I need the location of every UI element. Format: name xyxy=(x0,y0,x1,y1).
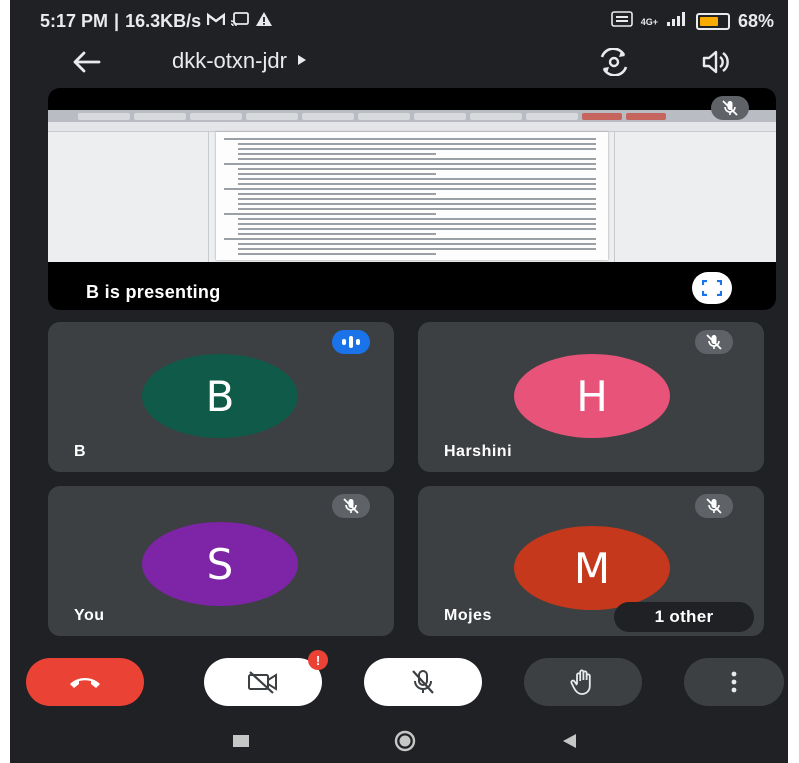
document-text-line xyxy=(238,153,436,155)
volte-icon xyxy=(610,11,633,32)
home-icon xyxy=(394,730,416,752)
mic-off-icon xyxy=(722,100,738,116)
status-network-speed: 16.3KB/s xyxy=(125,11,202,31)
document-text-line xyxy=(238,148,596,150)
cast-icon xyxy=(230,12,250,31)
document-text-line xyxy=(224,238,596,240)
speaker-button[interactable] xyxy=(696,43,736,81)
document-text-line xyxy=(238,173,436,175)
document-text-line xyxy=(238,158,596,160)
document-text-line xyxy=(238,178,596,180)
document-text-line xyxy=(238,203,596,205)
avatar: M xyxy=(514,526,670,610)
status-time: 5:17 PM xyxy=(40,11,109,31)
warning-icon xyxy=(255,11,273,32)
mic-off-icon xyxy=(706,334,722,350)
back-triangle-icon xyxy=(563,734,576,748)
status-bar: 5:17 PM | 16.3KB/s 4G+ 68% xyxy=(10,0,788,40)
shared-screen-document xyxy=(48,110,776,262)
document-text-line xyxy=(238,143,596,145)
document-text-line xyxy=(238,183,596,185)
participant-tile-harshini[interactable]: H Harshini xyxy=(418,322,764,472)
participant-tile-you[interactable]: S You xyxy=(48,486,394,636)
document-text-line xyxy=(238,233,436,235)
document-text-line xyxy=(238,218,596,220)
fullscreen-button[interactable] xyxy=(692,272,732,304)
document-text-line xyxy=(238,243,596,245)
back-arrow-icon xyxy=(73,51,101,73)
participant-tile-b[interactable]: B B xyxy=(48,322,394,472)
status-separator: | xyxy=(114,11,120,31)
mic-off-icon xyxy=(706,498,722,514)
participant-name: Mojes xyxy=(444,607,492,624)
gmail-m-icon xyxy=(206,12,226,31)
end-call-icon xyxy=(70,678,100,688)
fullscreen-icon xyxy=(702,280,722,296)
other-participants-chip[interactable]: 1 other xyxy=(614,602,754,632)
switch-camera-icon xyxy=(600,48,628,76)
presentation-tile[interactable]: B is presenting xyxy=(48,88,776,310)
participant-name: You xyxy=(74,607,105,624)
participant-name: Harshini xyxy=(444,443,513,460)
document-text-line xyxy=(224,138,596,140)
battery-percent: 68% xyxy=(737,11,774,31)
camera-toggle-button[interactable]: ! xyxy=(204,650,328,706)
document-text-line xyxy=(238,248,596,250)
home-button[interactable] xyxy=(390,730,420,752)
document-text-line xyxy=(224,163,596,165)
participant-name: B xyxy=(74,443,87,460)
document-text-line xyxy=(238,193,436,195)
raise-hand-button[interactable] xyxy=(524,658,642,706)
mic-off-badge xyxy=(695,330,733,354)
call-controls: ! xyxy=(10,650,788,720)
end-call-button[interactable] xyxy=(26,658,144,706)
signal-icon xyxy=(666,11,688,32)
mic-off-icon xyxy=(343,498,359,514)
more-options-icon xyxy=(731,671,737,693)
camera-alert-badge: ! xyxy=(308,650,328,670)
mic-off-badge xyxy=(695,494,733,518)
participant-tile-mojes[interactable]: M Mojes 1 other xyxy=(418,486,764,636)
raise-hand-icon xyxy=(570,669,591,695)
document-text-line xyxy=(224,213,436,215)
recent-apps-button[interactable] xyxy=(226,730,256,752)
avatar: S xyxy=(142,522,298,606)
document-text-line xyxy=(224,188,596,190)
meeting-top-bar: dkk-otxn-jdr xyxy=(10,40,788,84)
mic-toggle-button[interactable] xyxy=(364,658,482,706)
back-nav-button[interactable] xyxy=(554,730,584,752)
presenter-mic-off-badge xyxy=(711,96,749,120)
speaking-indicator-icon xyxy=(332,330,370,354)
document-text-line xyxy=(238,228,596,230)
document-text-line xyxy=(238,223,596,225)
document-text-line xyxy=(238,168,596,170)
meeting-code: dkk-otxn-jdr xyxy=(172,48,287,73)
android-nav-bar xyxy=(10,720,788,763)
meet-screen: 5:17 PM | 16.3KB/s 4G+ 68% dkk-otxn-jdr … xyxy=(10,0,788,763)
network-type-label: 4G+ xyxy=(640,16,658,27)
more-options-button[interactable] xyxy=(684,658,784,706)
document-text-line xyxy=(238,253,436,255)
document-text-line xyxy=(238,208,596,210)
battery-icon xyxy=(695,13,730,30)
recent-apps-icon xyxy=(233,735,249,747)
presenting-label: B is presenting xyxy=(86,282,221,302)
mic-off-badge xyxy=(332,494,370,518)
avatar: H xyxy=(514,354,670,438)
document-text-line xyxy=(238,198,596,200)
camera-off-icon xyxy=(248,671,277,694)
speaker-icon xyxy=(702,50,729,74)
back-button[interactable] xyxy=(66,44,106,80)
switch-camera-button[interactable] xyxy=(594,43,634,81)
mic-off-icon xyxy=(412,670,434,694)
document-page xyxy=(216,132,608,260)
avatar: B xyxy=(142,354,298,438)
meeting-code-button[interactable]: dkk-otxn-jdr xyxy=(172,48,307,74)
play-caret-icon xyxy=(297,53,307,69)
